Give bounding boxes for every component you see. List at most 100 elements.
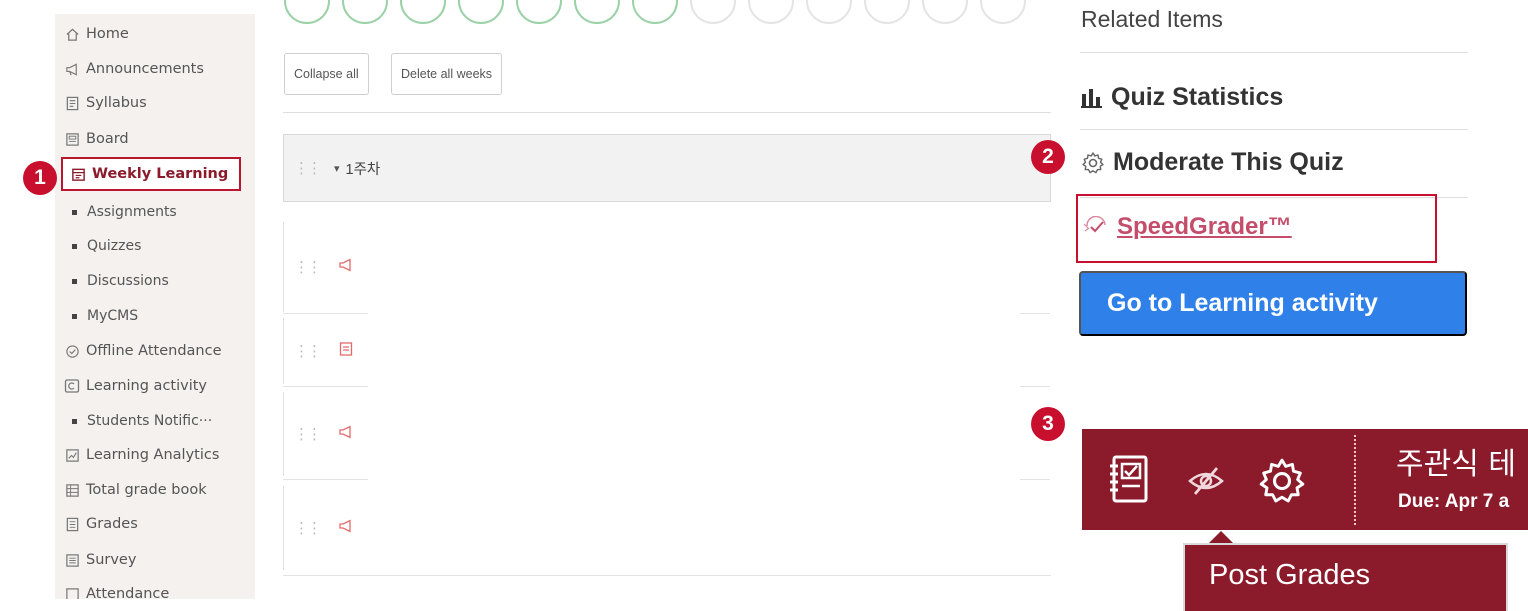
home-icon <box>63 25 81 43</box>
nav-quizzes[interactable]: Quizzes <box>72 232 141 260</box>
progress-circle-empty[interactable] <box>922 0 968 24</box>
step-badge-1: 1 <box>23 161 57 195</box>
nav-learning-activity[interactable]: Learning activity <box>63 372 207 400</box>
page-icon <box>338 341 354 361</box>
nav-weekly-learning[interactable]: Weekly Learning <box>61 157 241 191</box>
analytics-icon <box>63 446 81 464</box>
progress-circle-complete[interactable] <box>516 0 562 24</box>
drag-handle-icon[interactable]: ⋮⋮ <box>294 159 322 177</box>
nav-label: Quizzes <box>87 238 142 254</box>
module-item-row[interactable]: ⋮⋮ <box>283 392 368 476</box>
bullet-icon <box>72 243 77 249</box>
eye-off-icon[interactable] <box>1186 463 1226 499</box>
quiz-title: 주관식 테 <box>1396 447 1516 482</box>
calendar-icon <box>69 165 87 183</box>
quiz-toolbar: 주관식 테 Due: Apr 7 a <box>1082 429 1528 530</box>
progress-circle-complete[interactable] <box>284 0 330 24</box>
row-divider <box>1020 386 1050 387</box>
week-title: 1주차 <box>345 161 381 178</box>
nav-label: Grades <box>86 516 138 532</box>
drag-handle-icon[interactable]: ⋮⋮ <box>294 342 322 360</box>
divider <box>1080 129 1468 130</box>
row-divider <box>283 313 368 314</box>
bullet-icon <box>72 313 77 319</box>
nav-label: Assignments <box>87 204 177 220</box>
nav-learning-analytics[interactable]: Learning Analytics <box>63 441 219 469</box>
quiz-statistics-label: Quiz Statistics <box>1111 83 1284 111</box>
progress-circle-empty[interactable] <box>690 0 736 24</box>
gear-icon <box>1081 151 1105 175</box>
bullet-icon <box>72 418 77 424</box>
document-icon <box>63 94 81 112</box>
grades-icon <box>63 515 81 533</box>
nav-offline-attendance[interactable]: Offline Attendance <box>63 337 222 365</box>
nav-survey[interactable]: Survey <box>63 546 136 574</box>
divider <box>283 112 1051 113</box>
nav-announcements[interactable]: Announcements <box>63 55 204 83</box>
nav-label: Discussions <box>87 273 169 289</box>
progress-circle-empty[interactable] <box>748 0 794 24</box>
nav-label: Attendance <box>86 586 170 599</box>
drag-handle-icon[interactable]: ⋮⋮ <box>294 519 322 537</box>
due-date: Due: Apr 7 a <box>1398 491 1510 512</box>
progress-circle-complete[interactable] <box>400 0 446 24</box>
step-badge-3: 3 <box>1031 407 1065 441</box>
moderate-quiz-link[interactable]: Moderate This Quiz <box>1081 148 1344 177</box>
row-divider <box>283 575 1051 576</box>
collapse-all-button[interactable]: Collapse all <box>284 53 369 95</box>
nav-label: Learning activity <box>86 378 208 394</box>
nav-board[interactable]: Board <box>63 125 129 153</box>
course-nav-sidebar: Home Announcements Syllabus Board Weekly… <box>55 14 255 599</box>
nav-total-grade-book[interactable]: Total grade book <box>63 476 207 504</box>
speedgrader-link[interactable]: SpeedGrader™ <box>1083 213 1292 241</box>
delete-all-weeks-button[interactable]: Delete all weeks <box>391 53 503 95</box>
module-item-row[interactable]: ⋮⋮ <box>283 222 368 312</box>
go-to-learning-activity-button[interactable]: Go to Learning activity <box>1079 271 1467 336</box>
row-divider <box>1020 479 1050 480</box>
nav-mycms[interactable]: MyCMS <box>72 302 138 330</box>
module-item-row[interactable]: ⋮⋮ <box>283 318 368 384</box>
nav-label: Learning Analytics <box>86 447 220 463</box>
drag-handle-icon[interactable]: ⋮⋮ <box>294 258 322 276</box>
nav-attendance[interactable]: Attendance <box>63 580 169 599</box>
progress-circle-complete[interactable] <box>458 0 504 24</box>
bar-chart-icon <box>1081 88 1103 108</box>
speedgrader-icon <box>1083 216 1111 238</box>
module-item-row[interactable]: ⋮⋮ <box>283 486 368 570</box>
nav-syllabus[interactable]: Syllabus <box>63 89 147 117</box>
survey-icon <box>63 551 81 569</box>
caret-down-icon[interactable]: ▾ <box>334 162 340 175</box>
gear-icon[interactable] <box>1256 455 1308 507</box>
step-badge-2: 2 <box>1031 140 1065 174</box>
gradebook-icon[interactable] <box>1106 453 1154 505</box>
nav-label: Offline Attendance <box>86 343 222 359</box>
nav-label: Total grade book <box>86 482 207 498</box>
board-icon <box>63 130 81 148</box>
row-divider <box>1020 313 1050 314</box>
progress-circle-empty[interactable] <box>980 0 1026 24</box>
week-progress-indicators <box>284 0 1026 24</box>
quiz-statistics-link[interactable]: Quiz Statistics <box>1081 83 1283 112</box>
nav-label: Announcements <box>86 61 204 77</box>
drag-handle-icon[interactable]: ⋮⋮ <box>294 425 322 443</box>
row-divider <box>283 386 368 387</box>
bullet-icon <box>72 278 77 284</box>
nav-discussions[interactable]: Discussions <box>72 267 169 295</box>
bullet-icon <box>72 209 77 215</box>
week-module-header[interactable]: ⋮⋮ ▾ 1주차 <box>283 134 1051 202</box>
row-divider <box>283 479 368 480</box>
progress-circle-complete[interactable] <box>574 0 620 24</box>
nav-label: Weekly Learning <box>92 166 229 182</box>
moderate-quiz-label: Moderate This Quiz <box>1113 148 1344 176</box>
progress-circle-empty[interactable] <box>806 0 852 24</box>
nav-label: Survey <box>86 552 137 568</box>
nav-assignments[interactable]: Assignments <box>72 198 177 226</box>
nav-grades[interactable]: Grades <box>63 510 138 538</box>
progress-circle-empty[interactable] <box>864 0 910 24</box>
nav-label: Board <box>86 131 129 147</box>
progress-circle-complete[interactable] <box>342 0 388 24</box>
progress-circle-complete[interactable] <box>632 0 678 24</box>
nav-home[interactable]: Home <box>63 20 129 48</box>
megaphone-icon <box>338 424 354 444</box>
nav-students-notifications[interactable]: Students Notific··· <box>72 407 212 435</box>
